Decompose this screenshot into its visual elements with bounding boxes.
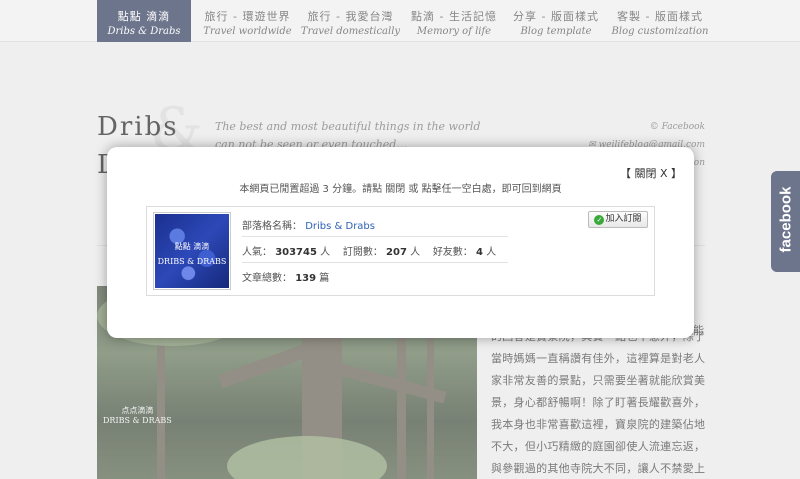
info-divider	[242, 236, 508, 237]
subscribe-label: 加入訂閱	[605, 214, 642, 224]
blog-info-card: 點點 滴滴 DRIBS & DRABS 部落格名稱： Dribs & Drabs…	[146, 206, 655, 296]
subscribers-value: 207	[386, 247, 407, 258]
articles-value: 139	[295, 273, 317, 284]
friends-value: 4	[476, 247, 483, 258]
subscribers-label: 訂閱數：	[342, 247, 383, 258]
idle-modal: 【 關閉 X 】 本網頁已閒置超過 3 分鐘。請點 關閉 或 點擊任一空白處，即…	[107, 147, 694, 338]
blog-articles-row: 文章總數： 139 篇	[242, 269, 329, 284]
blog-thumbnail[interactable]: 點點 滴滴 DRIBS & DRABS	[153, 212, 231, 290]
blog-name-label: 部落格名稱：	[242, 221, 302, 232]
blog-thumbnail-text: 點點 滴滴 DRIBS & DRABS	[157, 242, 227, 266]
blog-name-row: 部落格名稱： Dribs & Drabs	[242, 217, 375, 232]
popularity-value: 303745	[275, 247, 317, 258]
articles-unit: 篇	[319, 273, 330, 284]
popularity-unit: 人	[320, 247, 331, 258]
check-icon: ✓	[594, 215, 605, 225]
articles-label: 文章總數：	[242, 273, 292, 284]
popularity-label: 人氣：	[242, 247, 272, 258]
blog-stats-row: 人氣： 303745 人 訂閱數： 207 人 好友數： 4 人	[242, 243, 496, 258]
subscribe-button[interactable]: ✓ 加入訂閱	[588, 211, 648, 228]
blog-name-link[interactable]: Dribs & Drabs	[305, 221, 375, 232]
friends-unit: 人	[486, 247, 497, 258]
modal-close-button[interactable]: 【 關閉 X 】	[620, 165, 682, 181]
friends-label: 好友數：	[432, 247, 473, 258]
idle-message: 本網頁已閒置超過 3 分鐘。請點 關閉 或 點擊任一空白處，即可回到網頁	[239, 184, 562, 195]
info-divider	[242, 262, 508, 263]
subscribers-unit: 人	[410, 247, 421, 258]
